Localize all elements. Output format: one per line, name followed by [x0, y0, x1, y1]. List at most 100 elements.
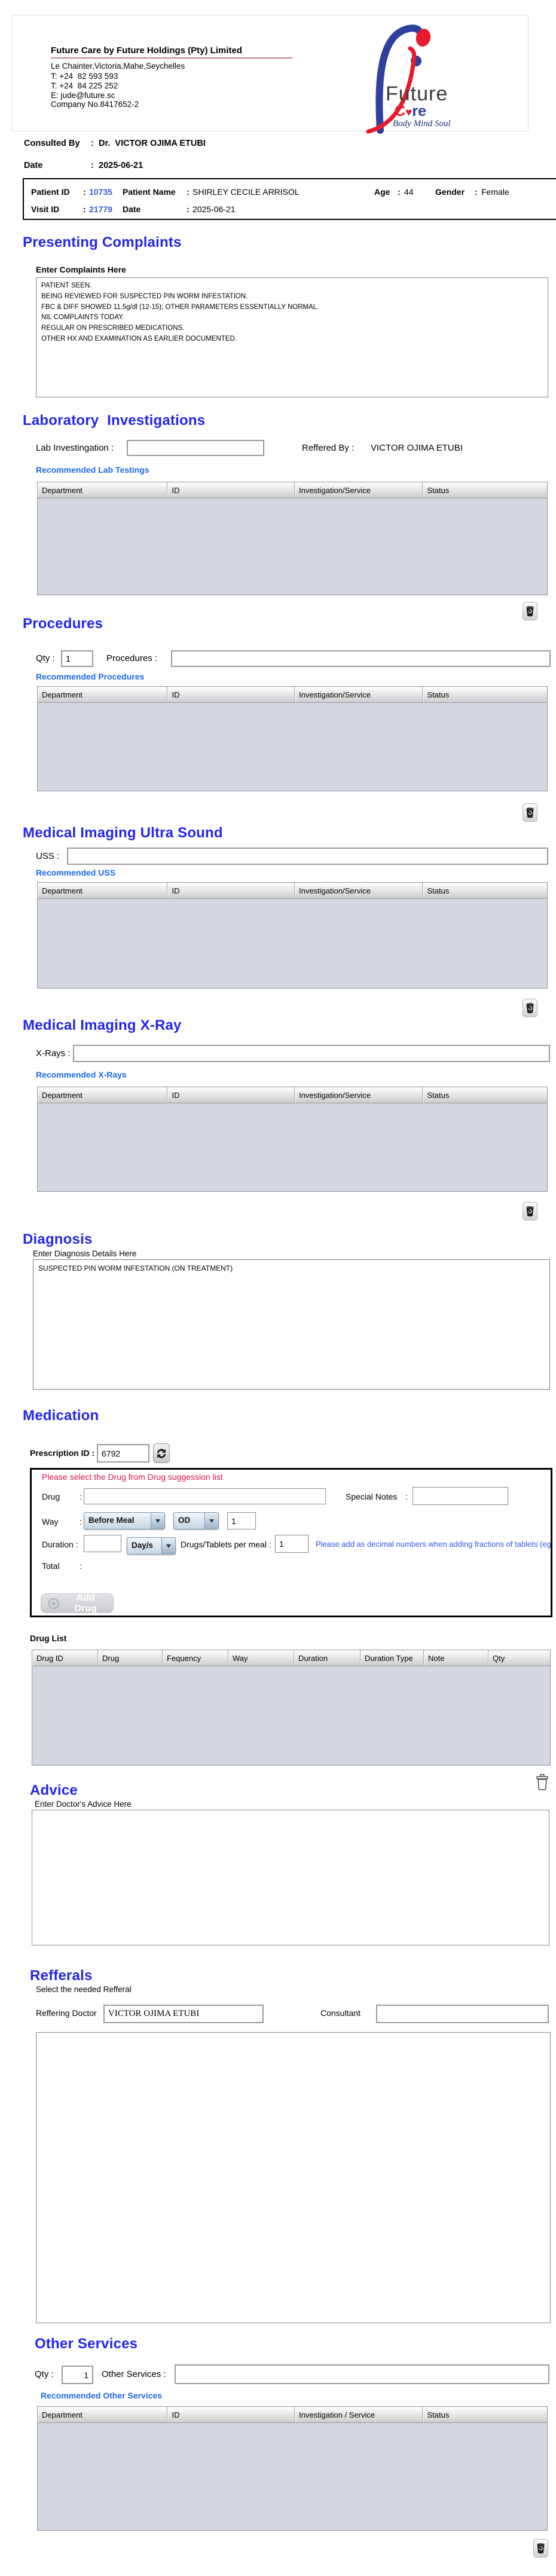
duration-input[interactable] — [84, 1535, 121, 1552]
chevron-down-icon — [155, 1519, 160, 1523]
drug-col-way: Way — [228, 1650, 294, 1666]
recommended-uss-link[interactable]: Recommended USS — [36, 868, 115, 877]
plus-icon — [48, 1598, 59, 1609]
frequency-dropdown-button[interactable] — [204, 1513, 218, 1529]
xray-input[interactable] — [73, 1045, 550, 1062]
xray-col-service: Investigation/Service — [295, 1087, 423, 1103]
logo-care-c: C — [395, 103, 406, 120]
visit-date-value: 2025-06-21 — [193, 204, 236, 214]
diagnosis-sub-label: Enter Diagnosis Details Here — [33, 1249, 137, 1258]
uss-table: Department ID Investigation/Service Stat… — [37, 882, 548, 989]
special-notes-input[interactable] — [413, 1487, 508, 1505]
per-meal-label: Drugs/Tablets per meal : — [181, 1540, 271, 1549]
recommended-procedures-link[interactable]: Recommended Procedures — [36, 672, 144, 681]
drug-col-qty: Qty — [488, 1650, 550, 1666]
drug-col-drug: Drug — [98, 1650, 163, 1666]
visit-id-colon: : — [83, 204, 86, 214]
procedures-input[interactable] — [171, 650, 551, 667]
refferal-listbox[interactable] — [36, 2032, 551, 2323]
drug-colon: : — [80, 1492, 82, 1501]
prescription-id-label: Prescription ID : — [30, 1448, 95, 1458]
uss-input[interactable] — [67, 848, 548, 865]
xray-table-body[interactable] — [38, 1103, 547, 1191]
medication-title: Medication — [23, 1408, 99, 1424]
frequency-dropdown[interactable]: OD — [173, 1512, 219, 1529]
refresh-icon — [157, 1448, 166, 1458]
procedures-title: Procedures — [23, 616, 103, 632]
prescription-id-input[interactable] — [97, 1444, 149, 1463]
age-colon: : — [398, 187, 401, 197]
uss-col-status: Status — [423, 883, 547, 898]
recommended-xray-link[interactable]: Recommended X-Rays — [36, 1070, 127, 1079]
special-notes-label: Special Notes — [346, 1492, 398, 1501]
other-col-service: Investigation / Service — [295, 2407, 423, 2422]
logo-tagline: Body Mind Soul — [393, 119, 451, 129]
recommended-other-link[interactable]: Recommended Other Services — [41, 2391, 162, 2400]
refferals-sub-label: Select the needed Refferal — [36, 1985, 132, 1994]
xray-table: Department ID Investigation/Service Stat… — [37, 1087, 548, 1192]
xray-title: Medical Imaging X-Ray — [23, 1017, 182, 1033]
consultant-input[interactable] — [376, 2005, 549, 2023]
other-qty-input[interactable] — [62, 2366, 93, 2384]
company-email: E: jude@future.sc — [51, 91, 115, 100]
other-services-input[interactable] — [175, 2364, 549, 2384]
gender-label: Gender — [435, 187, 465, 197]
add-drug-label: Add Drug — [74, 1592, 97, 1614]
duration-type-dropdown[interactable]: Day/s — [127, 1537, 176, 1555]
lab-delete-button[interactable] — [523, 602, 537, 620]
drug-delete-button[interactable] — [534, 1773, 550, 1792]
total-label: Total — [42, 1561, 60, 1571]
recommended-lab-link[interactable]: Recommended Lab Testings — [36, 465, 149, 475]
frequency-dropdown-value: OD — [178, 1516, 191, 1525]
duration-type-button[interactable] — [161, 1538, 175, 1554]
procedures-table-body[interactable] — [38, 702, 547, 791]
reffered-by-label: Reffered By : — [302, 443, 355, 453]
other-table-header: Department ID Investigation / Service St… — [38, 2407, 547, 2423]
lab-table-body[interactable] — [38, 498, 547, 595]
consulted-by-colon: : — [91, 139, 94, 148]
complaints-textarea[interactable]: PATIENT SEEN. BEING REVIEWED FOR SUSPECT… — [36, 277, 548, 397]
xray-delete-button[interactable] — [523, 1202, 537, 1220]
trash-icon — [526, 1206, 534, 1217]
drug-table-body[interactable] — [32, 1666, 550, 1765]
consult-date-value: 2025-06-21 — [99, 161, 143, 170]
drug-table-header: Drug ID Drug Fequency Way Duration Durat… — [32, 1650, 550, 1666]
uss-col-service: Investigation/Service — [295, 883, 423, 898]
uss-table-body[interactable] — [38, 898, 547, 988]
way-qty-input[interactable] — [227, 1512, 256, 1529]
xray-col-id: ID — [167, 1087, 295, 1103]
patient-name-colon: : — [187, 187, 190, 197]
other-table-body[interactable] — [38, 2422, 547, 2530]
uss-col-department: Department — [38, 883, 168, 898]
meal-dropdown-button[interactable] — [151, 1513, 164, 1529]
uss-table-header: Department ID Investigation/Service Stat… — [38, 883, 547, 899]
procedures-col-id: ID — [167, 687, 295, 702]
patient-id-colon: : — [83, 187, 86, 197]
visit-id-value: 21779 — [89, 204, 112, 214]
diagnosis-textarea[interactable]: SUSPECTED PIN WORM INFESTATION (ON TREAT… — [33, 1259, 550, 1390]
procedures-qty-input[interactable] — [61, 650, 93, 667]
procedures-delete-button[interactable] — [523, 803, 537, 822]
uss-input-label: USS : — [36, 851, 60, 861]
drug-list-table: Drug ID Drug Fequency Way Duration Durat… — [32, 1650, 551, 1766]
meal-dropdown-value: Before Meal — [88, 1516, 135, 1525]
trash-icon — [526, 606, 534, 617]
age-label: Age — [374, 187, 390, 197]
meal-dropdown[interactable]: Before Meal — [84, 1512, 165, 1529]
patient-name-label: Patient Name — [123, 187, 176, 197]
drug-col-duration: Duration — [294, 1650, 361, 1666]
other-delete-button[interactable] — [533, 2539, 548, 2557]
per-meal-input[interactable] — [275, 1535, 308, 1553]
uss-delete-button[interactable] — [523, 999, 537, 1017]
lab-investigation-input[interactable] — [127, 440, 264, 456]
other-input-label: Other Services : — [102, 2369, 166, 2379]
procedures-col-department: Department — [38, 687, 168, 702]
add-drug-button[interactable]: Add Drug — [41, 1592, 114, 1614]
way-label: Way — [42, 1517, 59, 1526]
drug-input[interactable] — [84, 1488, 326, 1504]
refresh-prescription-button[interactable] — [153, 1443, 170, 1463]
advice-textarea[interactable] — [32, 1810, 549, 1945]
reffering-doctor-input[interactable] — [103, 2005, 264, 2023]
other-services-table: Department ID Investigation / Service St… — [37, 2406, 548, 2531]
company-phone1: T: +24 82 593 593 — [51, 72, 118, 81]
